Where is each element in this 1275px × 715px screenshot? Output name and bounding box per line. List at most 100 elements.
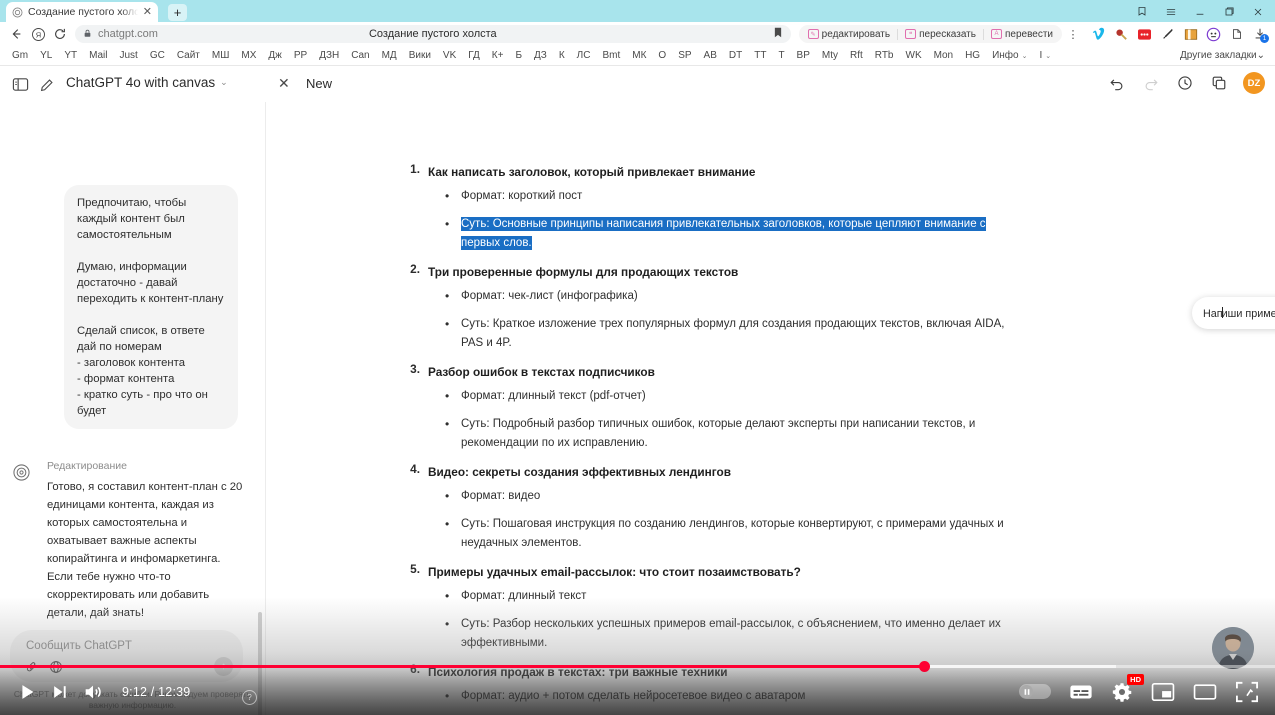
settings-gear-icon[interactable]: HD [1111,673,1144,703]
ya-more-icon[interactable]: ⋮ [1062,24,1084,44]
close-window-icon[interactable] [1245,2,1271,21]
bookmark-item[interactable]: Вики [403,50,437,61]
red-dots-icon[interactable] [1134,24,1155,44]
bookmark-item[interactable]: Gm [6,50,34,61]
volume-icon[interactable] [82,681,104,703]
downloads-icon[interactable]: 1 [1249,24,1270,44]
autoplay-toggle[interactable] [1019,684,1051,699]
bookmark-item[interactable]: МХ [235,50,262,61]
bullet-item[interactable]: Формат: длинный текст [428,587,1020,606]
browser-tab[interactable]: Создание пустого холста ✕ [6,2,158,22]
bookmark-item[interactable]: YT [58,50,83,61]
next-video-button[interactable] [50,682,70,702]
clip-icon[interactable] [1226,24,1247,44]
canvas-close-icon[interactable]: ✕ [278,75,290,92]
bookmark-item[interactable]: SP [672,50,697,61]
tab-close-icon[interactable]: ✕ [143,6,152,18]
bullet-item[interactable]: Суть: Разбор нескольких успешных примеро… [428,615,1020,653]
bookmark-item[interactable]: Mon [928,50,959,61]
content-plan-item[interactable]: 1. Как написать заголовок, который привле… [400,162,1020,253]
ya-edit-button[interactable]: ✎ редактировать [801,26,897,42]
bullet-item[interactable]: Формат: видео [428,487,1020,506]
inline-prompt-box[interactable]: Напиши пример ↑ [1192,297,1275,329]
content-plan-item[interactable]: 4. Видео: секреты создания эффективных ле… [400,462,1020,553]
miniplayer-icon[interactable] [1151,682,1175,702]
bookmark-item[interactable]: ДЗН [313,50,345,61]
bookmark-item[interactable]: Сайт [171,50,206,61]
bookmark-item[interactable]: О [652,50,672,61]
new-tab-button[interactable]: + [168,4,187,21]
bookmark-item[interactable]: Rft [844,50,869,61]
bookmark-item[interactable]: Mty [816,50,844,61]
bookmark-folder[interactable]: I ⌄ [1033,50,1057,61]
bookmark-item[interactable]: GC [144,50,171,61]
restore-tabs-icon[interactable] [1129,2,1155,21]
bookmark-item[interactable]: DT [723,50,748,61]
history-icon[interactable] [1175,73,1195,93]
bookmark-item[interactable]: МД [376,50,403,61]
canvas-document[interactable]: 1. Как написать заголовок, который привле… [400,162,1020,715]
bookmark-item[interactable]: ТТ [748,50,772,61]
notes-icon[interactable] [1180,24,1201,44]
bookmark-item[interactable]: ВР [791,50,816,61]
sidebar-toggle-icon[interactable] [10,74,30,94]
bookmark-folder[interactable]: Инфо ⌄ [986,50,1033,61]
vimeo-icon[interactable] [1088,24,1109,44]
bookmark-item[interactable]: ГД [462,50,486,61]
bookmark-item[interactable]: РР [288,50,313,61]
bookmark-item[interactable]: RTb [869,50,900,61]
help-icon[interactable]: ? [242,690,257,705]
bookmark-star-icon[interactable] [773,27,783,41]
bookmark-item[interactable]: МК [626,50,652,61]
fullscreen-icon[interactable] [1235,681,1259,703]
content-plan-item[interactable]: 2. Три проверенные формулы для продающих … [400,262,1020,353]
model-selector[interactable]: ChatGPT 4o with canvas ⌄ [66,75,228,90]
ya-retell-button[interactable]: ❝ пересказать [898,26,983,42]
bookmark-item[interactable]: Б [509,50,528,61]
eyedropper-icon[interactable] [1157,24,1178,44]
bookmark-item[interactable]: К+ [486,50,510,61]
bookmark-item[interactable]: АВ [698,50,723,61]
subtitles-icon[interactable] [1069,682,1093,702]
content-plan-item[interactable]: 5. Примеры удачных email-рассылок: что ст… [400,562,1020,653]
bookmark-item[interactable]: Can [345,50,375,61]
bullet-item[interactable]: Суть: Основные принципы написания привле… [428,215,1020,253]
bullet-item[interactable]: Формат: чек-лист (инфографика) [428,287,1020,306]
bookmark-item[interactable]: HG [959,50,986,61]
yandex-icon[interactable]: Я [27,24,49,44]
copy-icon[interactable] [1209,73,1229,93]
bullet-item[interactable]: Суть: Краткое изложение трех популярных … [428,315,1020,353]
bullet-item[interactable]: Суть: Подробный разбор типичных ошибок, … [428,415,1020,453]
bullet-item[interactable]: Формат: длинный текст (pdf-отчет) [428,387,1020,406]
browser-menu-icon[interactable] [1158,2,1184,21]
minimize-icon[interactable] [1187,2,1213,21]
redo-icon[interactable] [1141,73,1161,93]
play-button[interactable] [16,681,38,703]
maximize-icon[interactable] [1216,2,1242,21]
smiley-icon[interactable] [1203,24,1224,44]
bullet-item[interactable]: Суть: Пошаговая инструкция по созданию л… [428,515,1020,553]
theater-mode-icon[interactable] [1193,682,1217,702]
ya-translate-button[interactable]: A перевести [984,26,1060,42]
bookmark-item[interactable]: Mail [83,50,113,61]
other-bookmarks-button[interactable]: Другие закладки⌄ [1180,50,1269,61]
new-chat-icon[interactable] [38,74,58,94]
address-bar[interactable]: chatgpt.com Создание пустого холста [75,25,791,43]
bookmark-item[interactable]: VK [437,50,462,61]
avatar[interactable]: DZ [1243,72,1265,94]
bookmark-item[interactable]: Just [113,50,143,61]
bullet-item[interactable]: Формат: короткий пост [428,187,1020,206]
bookmark-item[interactable]: К [553,50,571,61]
bookmark-item[interactable]: WK [900,50,928,61]
bookmark-item[interactable]: Дж [262,50,287,61]
reload-icon[interactable] [49,24,71,44]
bookmark-item[interactable]: ДЗ [528,50,553,61]
bookmark-item[interactable]: Bmt [596,50,626,61]
painter-icon[interactable] [1111,24,1132,44]
bookmark-item[interactable]: Т [772,50,790,61]
content-plan-item[interactable]: 3. Разбор ошибок в текстах подписчиков Фор… [400,362,1020,453]
back-icon[interactable] [5,24,27,44]
bookmark-item[interactable]: ЛС [571,50,597,61]
bookmark-item[interactable]: МШ [206,50,236,61]
bookmark-item[interactable]: YL [34,50,58,61]
